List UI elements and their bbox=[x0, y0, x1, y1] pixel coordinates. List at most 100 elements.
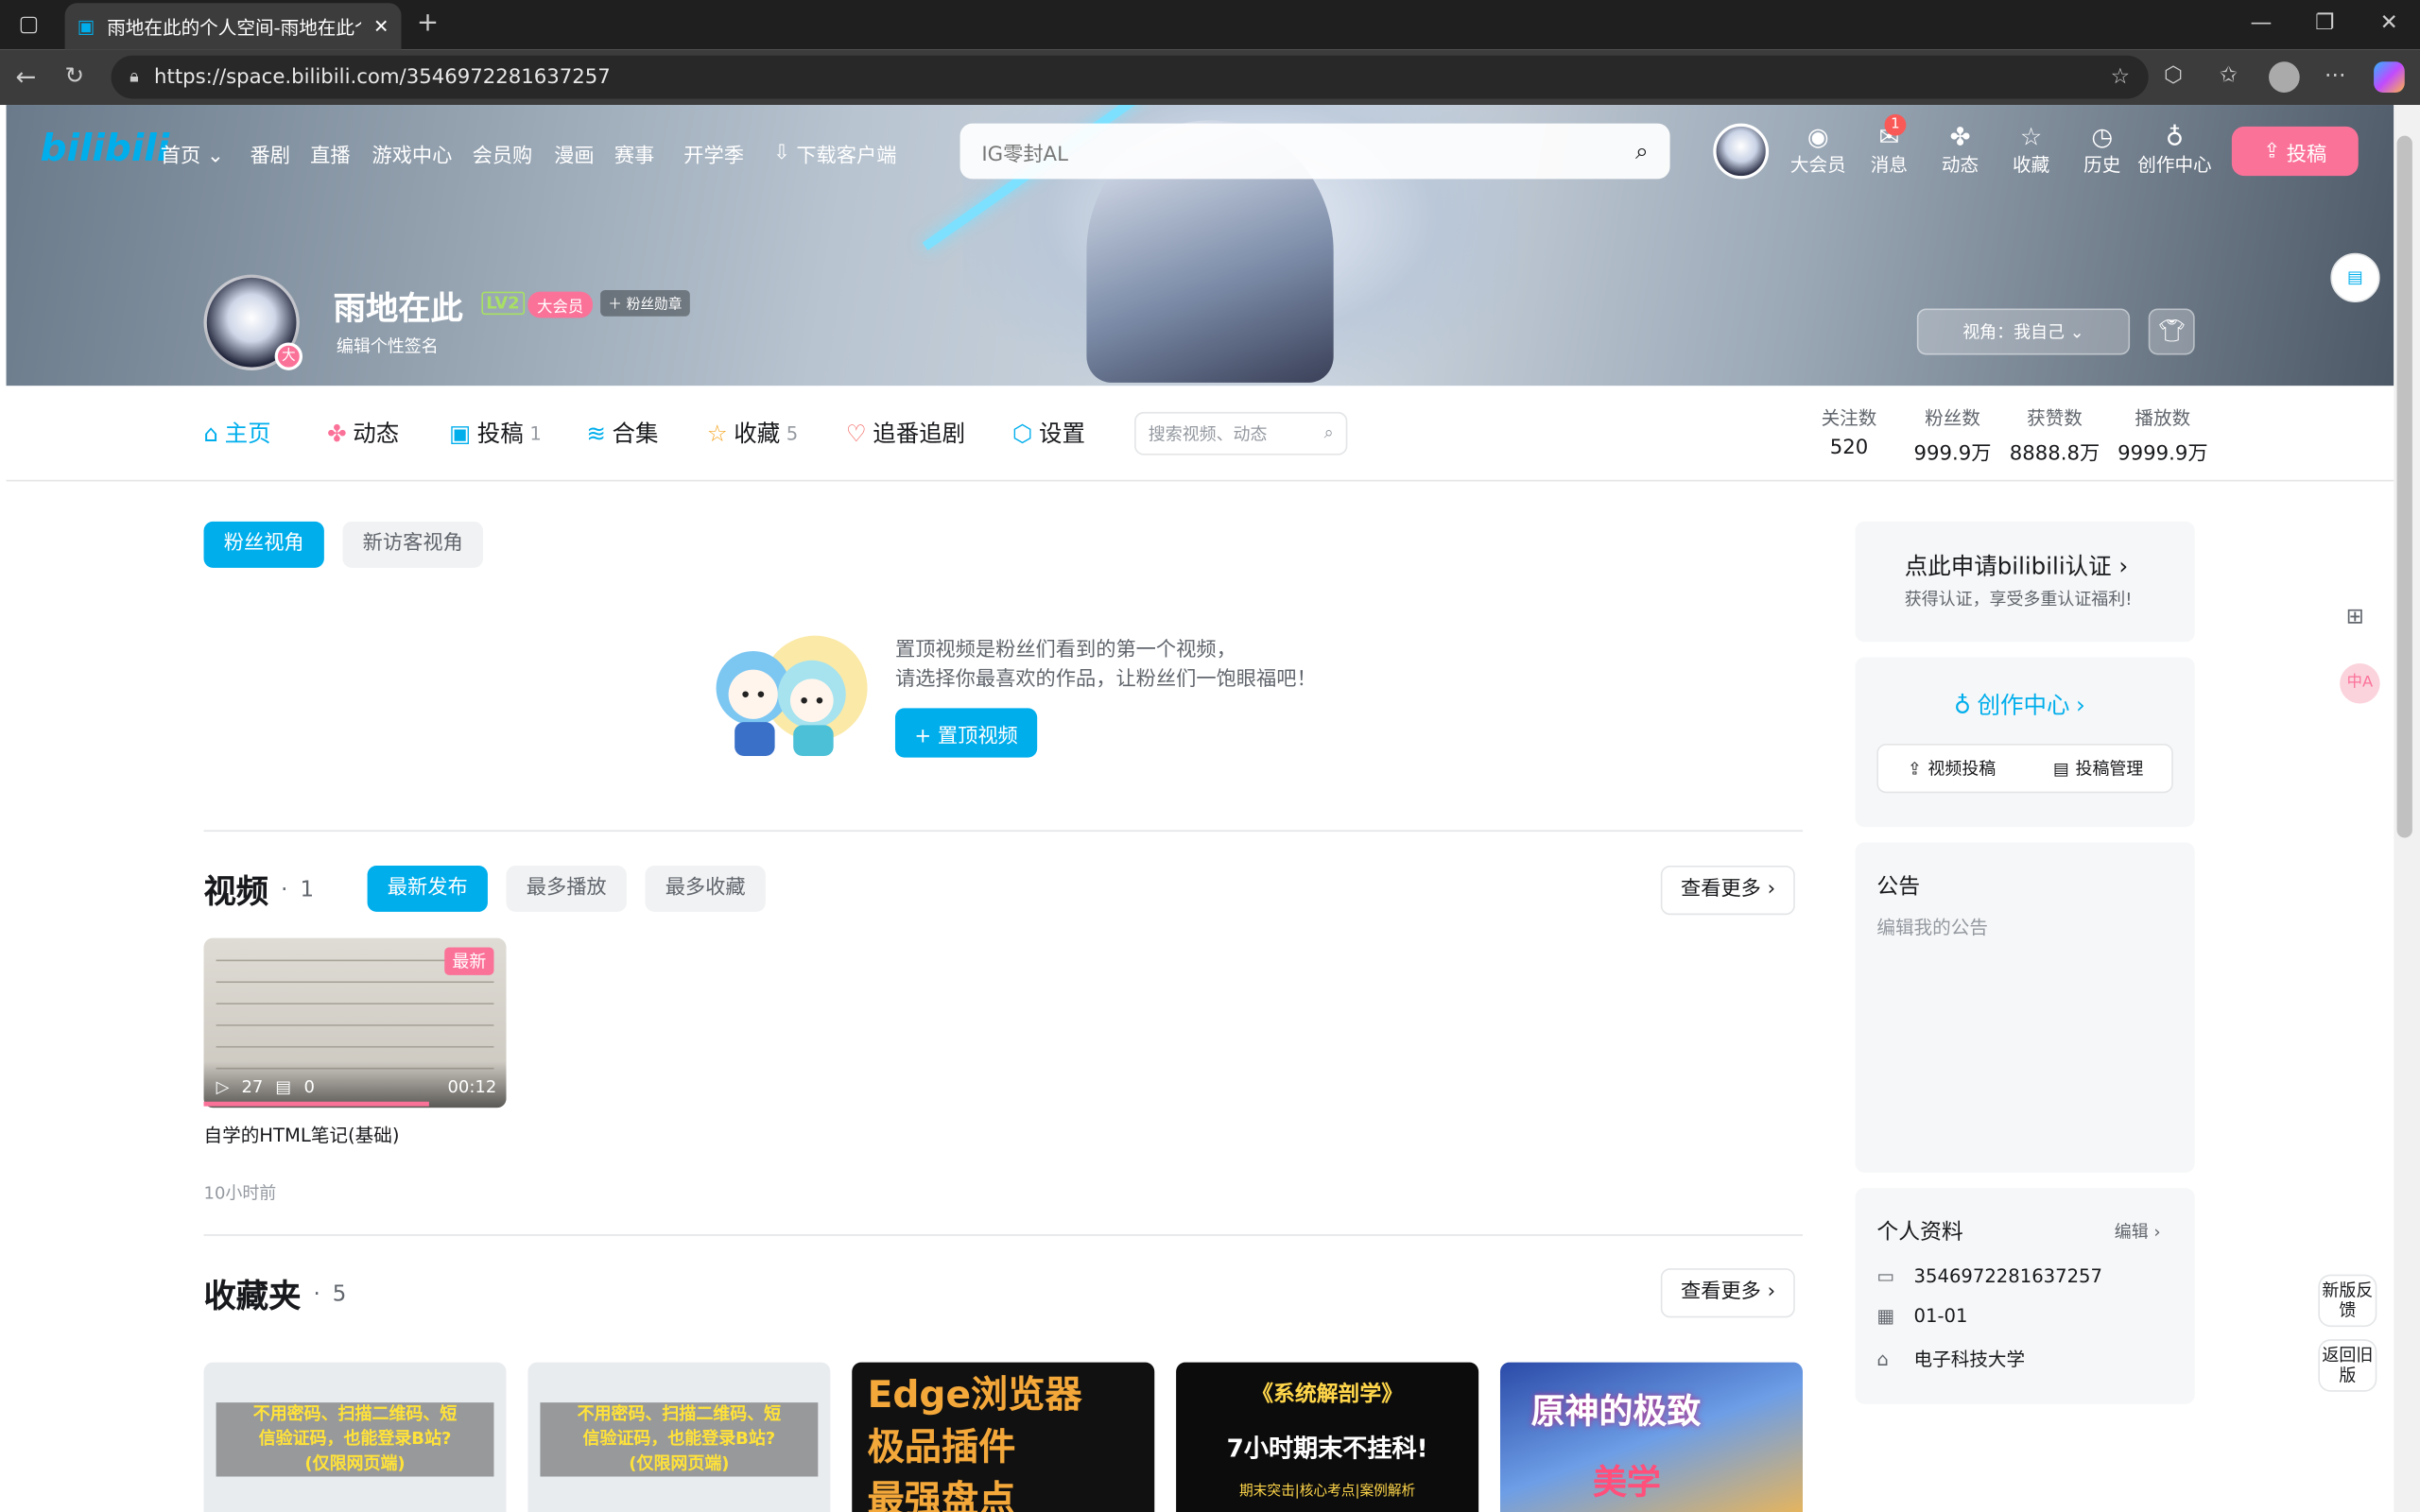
favorite-folder-5[interactable]: 原神的极致 美学 bbox=[1499, 1362, 1803, 1512]
danmaku-icon: ▤ bbox=[275, 1076, 292, 1097]
nav-esports[interactable]: 赛事 bbox=[614, 139, 654, 167]
tab-settings[interactable]: ⬡ 设置 bbox=[1012, 417, 1085, 449]
old-version-button[interactable]: 返回旧版 bbox=[2318, 1339, 2377, 1392]
tab-uploads[interactable]: ▣ 投稿 1 bbox=[449, 417, 542, 449]
close-window-icon[interactable]: ✕ bbox=[2380, 10, 2398, 35]
reload-icon[interactable]: ↻ bbox=[65, 61, 85, 89]
school-row: ⌂ 电子科技大学 bbox=[1876, 1348, 2026, 1370]
nav-manga[interactable]: 漫画 bbox=[554, 139, 594, 167]
nav-download[interactable]: ⇩ 下载客户端 bbox=[773, 139, 896, 168]
creator-center-link[interactable]: ♁ 创作中心 › bbox=[1954, 688, 2085, 720]
view-as-select[interactable]: 视角：我自己 ⌄ bbox=[1916, 308, 2131, 355]
profile-tabs: ⌂ 主页 ✤ 动态 ▣ 投稿 1 ≋ 合集 ☆ 收藏 5 ♡ 追番追剧 ⬡ 设置 搜索视频、动态 ⌕… bbox=[6, 386, 2394, 482]
nav-favorites[interactable]: ☆ 收藏 bbox=[2000, 123, 2062, 178]
feedback-button[interactable]: 新版反馈 bbox=[2318, 1274, 2377, 1328]
favorites-title: 收藏夹 bbox=[203, 1277, 302, 1315]
document-icon: ▤ bbox=[2052, 758, 2069, 779]
search-text: IG零封AL bbox=[981, 143, 1068, 166]
video-duration: 00:12 bbox=[447, 1076, 497, 1097]
back-icon[interactable]: ← bbox=[15, 61, 36, 91]
tab-dynamic[interactable]: ✤ 动态 bbox=[327, 417, 399, 449]
sort-most-played[interactable]: 最多播放 bbox=[506, 865, 627, 912]
tab-home[interactable]: ⌂ 主页 bbox=[204, 417, 271, 449]
dress-up-icon[interactable]: 👕︎ bbox=[2148, 308, 2195, 355]
minimize-icon[interactable]: — bbox=[2250, 10, 2272, 35]
tab-search-input[interactable]: 搜索视频、动态 ⌕ bbox=[1134, 411, 1348, 455]
tab-bangumi[interactable]: ♡ 追番追剧 bbox=[846, 417, 965, 449]
nav-vip[interactable]: ◉ 大会员 bbox=[1788, 123, 1849, 178]
extensions-icon[interactable]: ⬡ bbox=[2164, 63, 2183, 88]
info-edit-link[interactable]: 编辑 › bbox=[2115, 1219, 2161, 1244]
layers-icon: ≋ bbox=[586, 419, 606, 447]
mascot-illustration bbox=[700, 627, 871, 765]
video-upload-button[interactable]: ⇪ 视频投稿 bbox=[1878, 756, 2025, 781]
copilot-icon[interactable] bbox=[2374, 61, 2405, 93]
float-bookmark-icon[interactable]: ▤ bbox=[2330, 252, 2380, 303]
favorite-folder-4[interactable]: 《系统解剖学》 7小时期末不挂科! 期末突击|核心考点|案例解析 bbox=[1176, 1362, 1479, 1512]
tab-collections[interactable]: ≋ 合集 bbox=[586, 417, 658, 449]
stat-following[interactable]: 关注数 520 bbox=[1822, 404, 1877, 460]
nav-school-season[interactable]: 开学季 bbox=[683, 139, 744, 167]
nav-home[interactable]: 首页 ⌄ bbox=[161, 139, 224, 167]
favorite-folder-1[interactable]: 不用密码、扫描二维码、短 信验证码，也能登录B站? (仅限网页端) bbox=[203, 1362, 507, 1512]
tab-favorites[interactable]: ☆ 收藏 5 bbox=[707, 417, 799, 449]
pin-video-button[interactable]: + 置顶视频 bbox=[894, 708, 1038, 758]
vip-badge[interactable]: 大会员 bbox=[527, 291, 593, 318]
nav-creator[interactable]: ♁ 创作中心 bbox=[2136, 123, 2214, 178]
upload-icon: ⇪ bbox=[1907, 758, 1922, 779]
more-icon[interactable]: ⋯ bbox=[2325, 63, 2346, 88]
manage-uploads-button[interactable]: ▤ 投稿管理 bbox=[2025, 756, 2171, 781]
url-field[interactable]: 🔒︎ https://space.bilibili.com/3546972281… bbox=[111, 55, 2149, 99]
float-translate-icon[interactable]: 中A bbox=[2340, 663, 2380, 704]
profile-name: 雨地在此 bbox=[333, 289, 463, 328]
vip-avatar-badge: 大 bbox=[274, 342, 303, 370]
upload-button[interactable]: ⇪ 投稿 bbox=[2231, 126, 2359, 177]
uid-icon: ▭ bbox=[1876, 1264, 1894, 1287]
nav-anime[interactable]: 番剧 bbox=[250, 139, 289, 167]
favorites-icon[interactable]: ✩ bbox=[2220, 63, 2238, 88]
sort-most-favorited[interactable]: 最多收藏 bbox=[645, 865, 766, 912]
message-badge: 1 bbox=[1884, 113, 1907, 136]
favorites-more-button[interactable]: 查看更多 › bbox=[1660, 1268, 1796, 1318]
star-icon: ☆ bbox=[706, 419, 728, 447]
new-tab-icon[interactable]: + bbox=[417, 8, 439, 39]
fan-view-button[interactable]: 粉丝视角 bbox=[203, 521, 324, 568]
search-icon: ⌕ bbox=[1323, 422, 1334, 443]
download-icon: ⇩ bbox=[772, 142, 790, 165]
nav-history[interactable]: ◷ 历史 bbox=[2071, 121, 2133, 178]
stat-plays: 播放数 9999.9万 bbox=[2118, 407, 2208, 467]
videos-more-button[interactable]: 查看更多 › bbox=[1660, 865, 1796, 916]
restore-icon[interactable]: ❐ bbox=[2315, 10, 2335, 35]
favorite-star-icon[interactable]: ☆ bbox=[2111, 65, 2131, 90]
tab-title: 雨地在此的个人空间-雨地在此个人 bbox=[107, 16, 361, 39]
nav-game-center[interactable]: 游戏中心 bbox=[372, 139, 452, 167]
info-card: 个人资料 编辑 › ▭ 3546972281637257 ▦ 01-01 ⌂ 电子科技… bbox=[1855, 1188, 2195, 1404]
bilibili-logo[interactable]: bilibili bbox=[40, 127, 169, 170]
stat-fans[interactable]: 粉丝数 999.9万 bbox=[1914, 404, 1992, 466]
url-text: https://space.bilibili.com/3546972281637… bbox=[154, 65, 611, 89]
stat-likes: 获赞数 8888.8万 bbox=[2009, 407, 2100, 467]
notice-input[interactable]: 编辑我的公告 bbox=[1876, 914, 1988, 940]
verify-sub: 获得认证，享受多重认证福利! bbox=[1904, 589, 2133, 610]
browser-tab[interactable]: ▣ 雨地在此的个人空间-雨地在此个人 ✕ bbox=[64, 3, 402, 50]
clock-icon: ◷ bbox=[2091, 121, 2114, 152]
signature-edit[interactable]: 编辑个性签名 bbox=[337, 334, 439, 358]
favorite-folder-3[interactable]: Edge浏览器 极品插件 最强盘点 bbox=[852, 1362, 1155, 1512]
profile-icon[interactable] bbox=[2269, 61, 2300, 93]
fan-medal-button[interactable]: ＋ 粉丝勋章 bbox=[600, 289, 690, 317]
search-icon[interactable]: ⌕ bbox=[1635, 137, 1649, 164]
nav-shop[interactable]: 会员购 bbox=[473, 139, 533, 167]
sort-latest[interactable]: 最新发布 bbox=[367, 865, 488, 912]
favorite-folder-2[interactable]: 不用密码、扫描二维码、短 信验证码，也能登录B站? (仅限网页端) bbox=[527, 1362, 831, 1512]
verify-card[interactable]: 点此申请bilibili认证 › 获得认证，享受多重认证福利! bbox=[1855, 521, 2195, 643]
close-tab-icon[interactable]: ✕ bbox=[373, 15, 389, 37]
scrollbar-thumb[interactable] bbox=[2396, 135, 2412, 838]
search-input[interactable]: IG零封AL ⌕ bbox=[959, 123, 1670, 180]
header-avatar[interactable] bbox=[1713, 123, 1770, 180]
video-title[interactable]: 自学的HTML笔记(基础) bbox=[204, 1122, 400, 1148]
nav-live[interactable]: 直播 bbox=[310, 139, 350, 167]
new-visitor-view-button[interactable]: 新访客视角 bbox=[342, 521, 484, 568]
nav-dynamic[interactable]: ✤ 动态 bbox=[1929, 123, 1991, 178]
float-apps-icon[interactable]: ⊞ bbox=[2346, 605, 2364, 629]
window-menu-icon[interactable]: ▢ bbox=[19, 12, 40, 37]
